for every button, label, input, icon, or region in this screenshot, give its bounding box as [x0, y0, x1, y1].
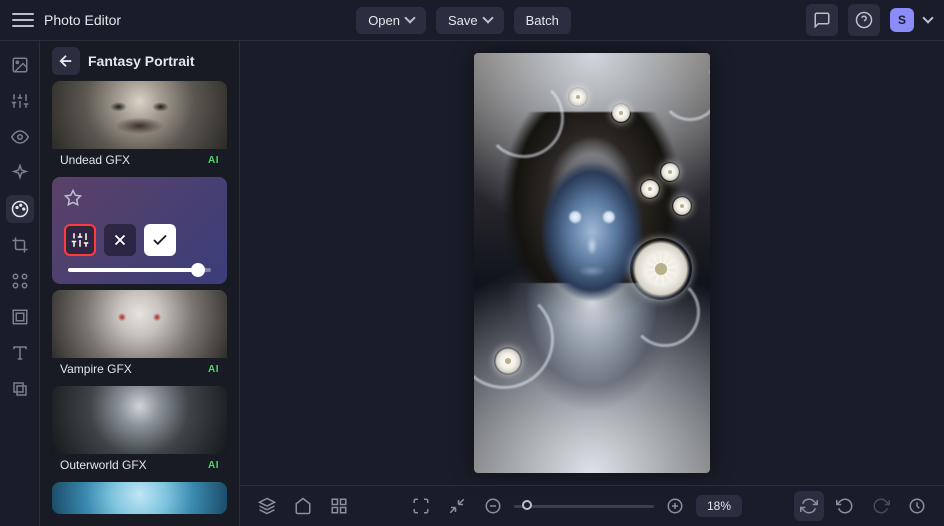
- save-label: Save: [448, 13, 478, 28]
- tool-shapes-icon[interactable]: [6, 267, 34, 295]
- zoom-in-icon[interactable]: [660, 491, 690, 521]
- chevron-down-icon: [404, 12, 415, 23]
- history-icon[interactable]: [902, 491, 932, 521]
- tool-overlay-icon[interactable]: [6, 375, 34, 403]
- export-icon[interactable]: [288, 491, 318, 521]
- avatar-chevron-icon[interactable]: [922, 12, 933, 23]
- compare-icon[interactable]: [794, 491, 824, 521]
- user-avatar[interactable]: S: [890, 8, 914, 32]
- redo-icon[interactable]: [866, 491, 896, 521]
- effect-settings-button[interactable]: [64, 224, 96, 256]
- slider-thumb[interactable]: [191, 263, 205, 277]
- help-icon[interactable]: [848, 4, 880, 36]
- ai-badge: AI: [208, 364, 219, 375]
- batch-button[interactable]: Batch: [514, 7, 571, 34]
- effect-label: Undead GFX: [60, 153, 130, 167]
- effect-confirm-button[interactable]: [144, 224, 176, 256]
- effect-preview: [52, 290, 227, 358]
- tool-crop-icon[interactable]: [6, 231, 34, 259]
- canvas-viewport[interactable]: [240, 41, 944, 485]
- effect-cancel-button[interactable]: [104, 224, 136, 256]
- layers-icon[interactable]: [252, 491, 282, 521]
- tool-sparkle-icon[interactable]: [6, 159, 34, 187]
- effect-card-vampire[interactable]: Vampire GFX AI: [52, 290, 227, 380]
- canvas-image: [474, 53, 710, 473]
- effect-label: Outerworld GFX: [60, 458, 147, 472]
- tool-palette-icon[interactable]: [6, 195, 34, 223]
- undo-icon[interactable]: [830, 491, 860, 521]
- zoom-out-icon[interactable]: [478, 491, 508, 521]
- tool-image-icon[interactable]: [6, 51, 34, 79]
- tool-eye-icon[interactable]: [6, 123, 34, 151]
- tool-text-icon[interactable]: [6, 339, 34, 367]
- effect-card-partial[interactable]: [52, 482, 227, 514]
- effect-active-panel: [52, 177, 227, 284]
- tool-adjust-icon[interactable]: [6, 87, 34, 115]
- fit-screen-icon[interactable]: [442, 491, 472, 521]
- effect-intensity-slider[interactable]: [68, 268, 211, 272]
- effect-preview: [52, 81, 227, 149]
- effect-card-outerworld[interactable]: Outerworld GFX AI: [52, 386, 227, 476]
- save-button[interactable]: Save: [436, 7, 504, 34]
- tool-frame-icon[interactable]: [6, 303, 34, 331]
- zoom-slider[interactable]: [514, 505, 654, 508]
- effect-preview: [52, 482, 227, 514]
- open-button[interactable]: Open: [356, 7, 426, 34]
- zoom-percentage[interactable]: 18%: [696, 495, 742, 517]
- panel-title: Fantasy Portrait: [88, 53, 195, 69]
- favorite-star-icon[interactable]: [64, 189, 215, 212]
- hamburger-menu-icon[interactable]: [12, 9, 34, 31]
- ai-badge: AI: [208, 155, 219, 166]
- back-button[interactable]: [52, 47, 80, 75]
- chat-icon[interactable]: [806, 4, 838, 36]
- effect-card-undead[interactable]: Undead GFX AI: [52, 81, 227, 171]
- chevron-down-icon: [482, 12, 493, 23]
- grid-icon[interactable]: [324, 491, 354, 521]
- app-title: Photo Editor: [44, 12, 121, 28]
- open-label: Open: [368, 13, 400, 28]
- effect-label: Vampire GFX: [60, 362, 132, 376]
- fullscreen-icon[interactable]: [406, 491, 436, 521]
- ai-badge: AI: [208, 460, 219, 471]
- zoom-thumb[interactable]: [522, 500, 532, 510]
- effect-preview: [52, 386, 227, 454]
